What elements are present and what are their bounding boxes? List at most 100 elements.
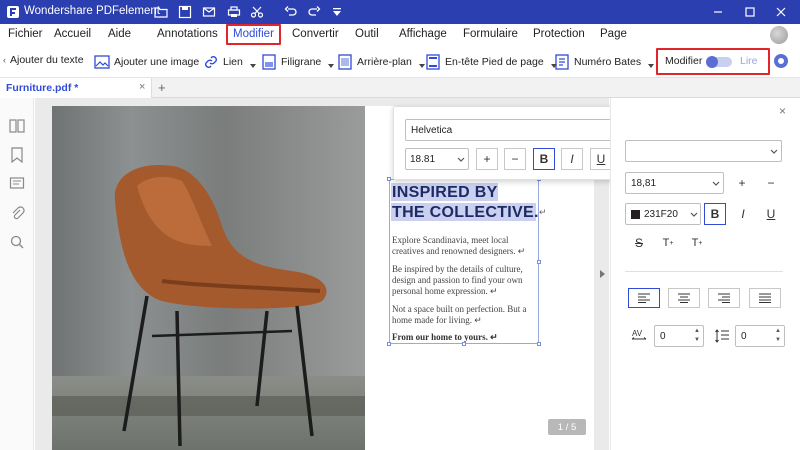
undo-icon[interactable] [282, 3, 300, 21]
increase-size-button[interactable]: + [476, 148, 498, 170]
superscript-button[interactable]: T + [657, 232, 679, 254]
toolbar-scroll-left-icon[interactable]: ‹ [3, 55, 6, 65]
paragraph-1[interactable]: Explore Scandinavia, meet local creative… [392, 235, 538, 257]
menu-fichier[interactable]: Fichier [8, 28, 43, 40]
mail-icon[interactable] [200, 3, 218, 21]
spinner-icon[interactable]: ▲ ▼ [775, 327, 781, 345]
align-left-icon [638, 293, 650, 303]
menu-bar: Fichier Accueil Aide Annotations Modifie… [0, 24, 800, 46]
panel-close-icon[interactable]: × [779, 104, 786, 118]
panel-underline-button[interactable]: U [760, 203, 782, 225]
header-footer-button[interactable]: En-tête Pied de page [425, 54, 557, 70]
menu-accueil[interactable]: Accueil [54, 28, 91, 40]
link-button[interactable]: Lien [203, 54, 256, 70]
quick-access-dropdown-icon[interactable] [328, 3, 346, 21]
close-icon[interactable] [771, 2, 791, 22]
align-center-button[interactable] [668, 288, 700, 308]
comment-icon[interactable] [9, 176, 25, 192]
character-spacing-value: 0 [660, 331, 666, 342]
heading-line1[interactable]: INSPIRED BY [392, 184, 498, 202]
bold-button[interactable]: B [533, 148, 555, 170]
paragraph-2[interactable]: Be inspired by the details of culture, d… [392, 264, 538, 297]
page-indicator: 1 / 5 [548, 419, 586, 435]
character-spacing-input[interactable]: 0 ▲ ▼ [654, 325, 704, 347]
paragraph-3-text: Not a space built on perfection. But a h… [392, 304, 527, 325]
menu-outil[interactable]: Outil [355, 28, 379, 40]
open-folder-icon[interactable] [152, 3, 170, 21]
subscript-button[interactable]: T + [686, 232, 708, 254]
resize-handle[interactable] [387, 342, 391, 346]
panel-decrease-size-button[interactable]: − [760, 172, 782, 194]
maximize-icon[interactable] [740, 2, 760, 22]
panel-font-select[interactable] [625, 140, 782, 162]
save-icon[interactable] [176, 3, 194, 21]
font-family-value: Helvetica [411, 125, 453, 136]
chevron-down-icon [249, 64, 256, 68]
background-button[interactable]: Arrière-plan [337, 54, 425, 70]
mode-edit-label: Modifier [665, 55, 703, 67]
decrease-size-button[interactable]: − [504, 148, 526, 170]
bates-number-button[interactable]: Numéro Bates [554, 54, 655, 70]
attachment-icon[interactable] [9, 205, 25, 221]
italic-button[interactable]: I [561, 148, 583, 170]
panel-italic-button[interactable]: I [732, 203, 754, 225]
align-justify-button[interactable] [749, 288, 781, 308]
align-right-button[interactable] [708, 288, 740, 308]
panel-strikethrough-button[interactable]: S [628, 232, 650, 254]
menu-page[interactable]: Page [600, 28, 627, 40]
panel-size-select[interactable]: 18,81 [625, 172, 724, 194]
add-text-button[interactable]: Ajouter du texte [10, 54, 84, 66]
edit-read-toggle[interactable] [706, 56, 732, 68]
paragraph-3[interactable]: Not a space built on perfection. But a h… [392, 304, 538, 326]
font-size-value: 18.81 [410, 154, 436, 165]
expand-right-panel-icon[interactable] [600, 270, 605, 278]
color-code: 231F20 [644, 209, 678, 220]
menu-modifier[interactable]: Modifier [233, 28, 274, 40]
panel-divider [625, 271, 783, 272]
add-image-button[interactable]: Ajouter une image [94, 54, 199, 70]
menu-formulaire[interactable]: Formulaire [463, 28, 518, 40]
bookmark-icon[interactable] [9, 147, 25, 163]
menu-annotations[interactable]: Annotations [157, 28, 218, 40]
settings-icon[interactable] [774, 54, 788, 68]
underline-button[interactable]: U [590, 148, 612, 170]
bates-label: Numéro Bates [574, 56, 642, 68]
menu-protection[interactable]: Protection [533, 28, 585, 40]
align-center-icon [678, 293, 690, 303]
line-spacing-icon [715, 329, 729, 343]
avatar[interactable] [770, 26, 788, 44]
resize-handle[interactable] [387, 177, 391, 181]
tab-furniture[interactable]: Furniture.pdf * × [0, 78, 152, 98]
scissors-icon[interactable] [248, 3, 266, 21]
panel-size-value: 18,81 [631, 178, 657, 189]
app-title: Wondershare PDFelement [24, 5, 160, 17]
watermark-button[interactable]: Filigrane [261, 54, 335, 70]
panel-increase-size-button[interactable]: + [731, 172, 753, 194]
spinner-icon[interactable]: ▲ ▼ [694, 327, 700, 345]
minimize-icon[interactable] [708, 2, 728, 22]
font-size-select[interactable]: 18.81 [405, 148, 469, 170]
thumbnails-icon[interactable] [9, 118, 25, 134]
redo-icon[interactable] [305, 3, 323, 21]
panel-bold-button[interactable]: B [704, 203, 726, 225]
paragraph-2-text: Be inspired by the details of culture, d… [392, 264, 523, 296]
tab-close-icon[interactable]: × [139, 81, 145, 93]
menu-affichage[interactable]: Affichage [399, 28, 447, 40]
color-swatch [631, 210, 640, 219]
print-icon[interactable] [225, 3, 243, 21]
new-tab-icon[interactable]: + [158, 80, 166, 95]
heading-line2[interactable]: THE COLLECTIVE. [392, 204, 539, 222]
menu-aide[interactable]: Aide [108, 28, 131, 40]
return-mark: ↵ [489, 286, 498, 296]
paragraph-4[interactable]: From our home to yours. ↵ [392, 332, 538, 343]
chair-illustration [114, 165, 327, 447]
search-icon[interactable] [9, 234, 25, 250]
svg-text:AV: AV [632, 329, 643, 338]
panel-color-select[interactable]: 231F20 [625, 203, 701, 225]
align-left-button[interactable] [628, 288, 660, 308]
menu-convertir[interactable]: Convertir [292, 28, 339, 40]
bates-icon [555, 54, 569, 70]
line-spacing-input[interactable]: 0 ▲ ▼ [735, 325, 785, 347]
line-spacing-value: 0 [741, 331, 747, 342]
chair-photo [52, 106, 365, 450]
